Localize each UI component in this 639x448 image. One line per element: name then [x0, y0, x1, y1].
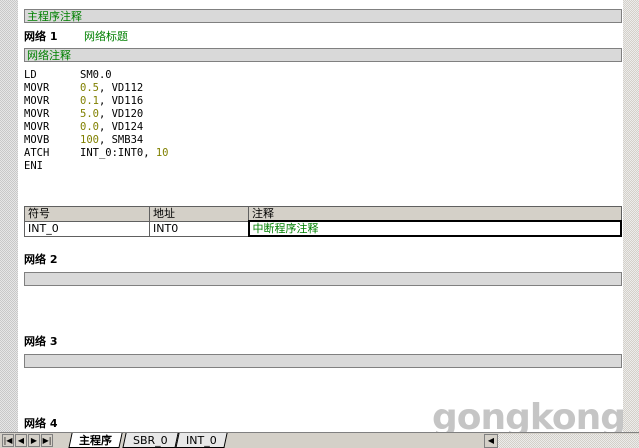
stl-constant: 5.0	[80, 108, 99, 120]
left-margin-strip	[0, 0, 18, 432]
stl-opcode: ATCH	[24, 147, 50, 159]
last-tab-icon[interactable]: ▶|	[41, 434, 53, 447]
tab-int-0[interactable]: INT_0	[175, 433, 228, 448]
stl-line[interactable]: LD SM0.0	[24, 69, 169, 82]
stl-line[interactable]: ATCH INT_0:INT0, 10	[24, 147, 169, 160]
stl-opcode: MOVR	[24, 82, 50, 94]
network-3-comment[interactable]	[24, 354, 622, 368]
table-row[interactable]: INT_0 INT0 中断程序注释	[24, 220, 622, 237]
next-tab-icon[interactable]: ▶	[28, 434, 40, 447]
stl-opcode: LD	[24, 69, 37, 81]
stl-operand: , VD124	[98, 121, 144, 133]
tab-sbr-0[interactable]: SBR_0	[122, 433, 179, 448]
network-1-comment[interactable]: 网络注释	[24, 48, 622, 62]
stl-constant: 0.1	[80, 95, 99, 107]
symbol-cell[interactable]: INT_0	[24, 220, 150, 237]
stl-operand: , VD112	[98, 82, 144, 94]
network-3-title[interactable]: 网络 3	[24, 335, 57, 348]
scroll-left-icon[interactable]: ◀	[484, 434, 498, 448]
network-2-title[interactable]: 网络 2	[24, 253, 57, 266]
network-2-comment[interactable]	[24, 272, 622, 286]
comment-cell[interactable]: 中断程序注释	[247, 220, 622, 237]
horizontal-scrollbar[interactable]: ◀	[484, 434, 639, 448]
address-header: 地址	[149, 206, 249, 222]
tab-main-program[interactable]: 主程序	[68, 433, 123, 448]
stl-line[interactable]: MOVB 100, SMB34	[24, 134, 169, 147]
stl-opcode: MOVR	[24, 121, 50, 133]
vertical-scrollbar[interactable]	[623, 0, 639, 432]
tab-bar: |◀ ◀ ▶ ▶| 主程序 SBR_0 INT_0 ◀	[0, 432, 639, 448]
network-1-title[interactable]: 网络 1	[24, 30, 57, 43]
stl-code-block[interactable]: LD SM0.0 MOVR 0.5, VD112 MOVR 0.1, VD116 MOVR 5…	[24, 69, 169, 173]
address-cell[interactable]: INT0	[149, 220, 249, 237]
stl-line[interactable]: MOVR 5.0, VD120	[24, 108, 169, 121]
stl-opcode: MOVB	[24, 134, 50, 146]
program-editor[interactable]: 主程序注释 网络 1 网络标题 网络注释 LD SM0.0 MOVR 0.5, VD1…	[18, 0, 623, 432]
stl-opcode: MOVR	[24, 108, 50, 120]
stl-operand: , VD120	[98, 108, 144, 120]
comment-header: 注释	[248, 206, 622, 222]
main-program-comment[interactable]: 主程序注释	[24, 9, 622, 23]
stl-constant: 0.5	[80, 82, 99, 94]
stl-operand: , VD116	[98, 95, 144, 107]
stl-line[interactable]: ENI	[24, 160, 169, 173]
network-1-subtitle[interactable]: 网络标题	[84, 30, 128, 43]
symbol-header: 符号	[24, 206, 150, 222]
stl-constant: 10	[155, 147, 169, 159]
stl-operand: INT_0:INT0,	[80, 147, 156, 159]
stl-line[interactable]: MOVR 0.1, VD116	[24, 95, 169, 108]
stl-opcode: MOVR	[24, 95, 50, 107]
stl-constant: 0.0	[80, 121, 99, 133]
symbol-table: 符号 地址 注释 INT_0 INT0 中断程序注释	[24, 206, 622, 237]
stl-operand: SM0.0	[80, 69, 112, 81]
stl-line[interactable]: MOVR 0.0, VD124	[24, 121, 169, 134]
network-4-title[interactable]: 网络 4	[24, 417, 57, 430]
first-tab-icon[interactable]: |◀	[2, 434, 14, 447]
stl-operand: , SMB34	[98, 134, 144, 146]
stl-constant: 100	[80, 134, 99, 146]
prev-tab-icon[interactable]: ◀	[15, 434, 27, 447]
stl-line[interactable]: MOVR 0.5, VD112	[24, 82, 169, 95]
stl-opcode: ENI	[24, 160, 43, 172]
